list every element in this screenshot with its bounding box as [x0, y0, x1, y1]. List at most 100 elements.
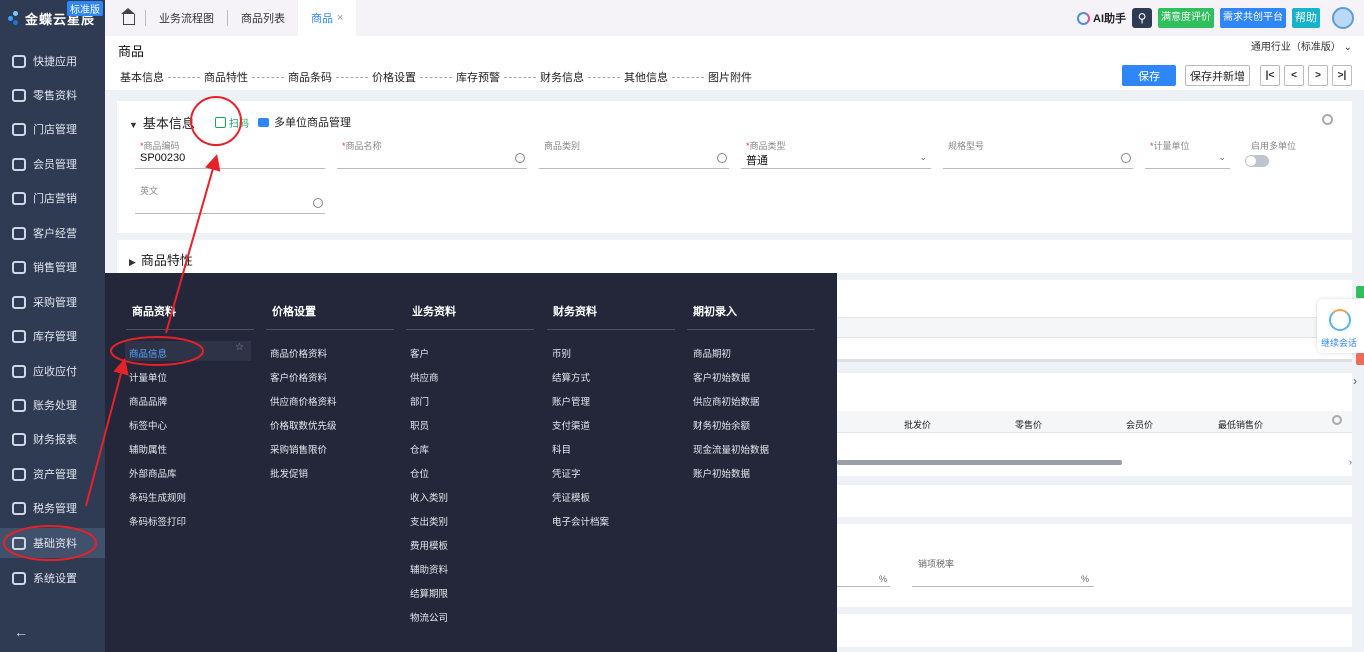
- menu-item[interactable]: 物流公司: [410, 610, 448, 624]
- menu-item[interactable]: 条码标签打印: [129, 514, 186, 528]
- product-category-field[interactable]: 商品类别: [539, 139, 729, 179]
- product-code-field[interactable]: *商品编码 SP00230: [135, 139, 325, 179]
- tab-home[interactable]: [105, 0, 145, 36]
- collapse-sidebar-icon[interactable]: ←: [14, 624, 28, 640]
- avatar[interactable]: [1332, 7, 1354, 29]
- tab-process-flow[interactable]: 业务流程图: [146, 0, 227, 36]
- spec-model-field[interactable]: 规格型号: [943, 139, 1133, 179]
- sidebar-item-7[interactable]: 采购管理: [0, 287, 105, 317]
- multi-unit-button[interactable]: 多单位商品管理: [258, 114, 351, 130]
- tax-field-line[interactable]: [837, 586, 890, 587]
- sidebar-item-13[interactable]: 税务管理: [0, 493, 105, 523]
- sidebar-item-1[interactable]: 零售资料: [0, 80, 105, 110]
- menu-item[interactable]: 结算期限: [410, 586, 448, 600]
- menu-item[interactable]: 支出类别: [410, 514, 448, 528]
- last-record-button[interactable]: >|: [1332, 65, 1352, 86]
- sidebar-item-4[interactable]: 门店营销: [0, 183, 105, 213]
- step-link[interactable]: 价格设置: [372, 69, 416, 85]
- sidebar-item-8[interactable]: 库存管理: [0, 321, 105, 351]
- sidebar-item-15[interactable]: 系统设置: [0, 563, 105, 593]
- features-title[interactable]: ▶ 商品特性: [129, 250, 193, 269]
- menu-item[interactable]: 仓位: [410, 466, 429, 480]
- sidebar-item-6[interactable]: 销售管理: [0, 252, 105, 282]
- tab-product-list[interactable]: 商品列表: [228, 0, 298, 36]
- menu-item[interactable]: 标签中心: [129, 418, 167, 432]
- horizontal-scrollbar[interactable]: [837, 460, 1122, 465]
- menu-item[interactable]: 商品期初: [693, 346, 731, 360]
- menu-item[interactable]: 凭证模板: [552, 490, 590, 504]
- menu-item[interactable]: 币别: [552, 346, 571, 360]
- menu-item[interactable]: 账户初始数据: [693, 466, 750, 480]
- tab-product[interactable]: 商品 ×: [298, 0, 357, 36]
- menu-item[interactable]: 仓库: [410, 442, 429, 456]
- notice-icon[interactable]: [1356, 353, 1364, 365]
- menu-item[interactable]: 计量单位: [129, 370, 167, 384]
- menu-item[interactable]: 科目: [552, 442, 571, 456]
- menu-item[interactable]: 电子会计档案: [552, 514, 609, 528]
- more-icon[interactable]: [313, 198, 323, 208]
- gear-icon[interactable]: [1322, 114, 1333, 125]
- app-logo[interactable]: 金蝶云星辰 标准版: [0, 0, 105, 36]
- scroll-right-icon[interactable]: ›: [1349, 457, 1352, 467]
- next-record-button[interactable]: >: [1308, 65, 1328, 86]
- prev-record-button[interactable]: <: [1284, 65, 1304, 86]
- menu-item[interactable]: 供应商价格资料: [270, 394, 337, 408]
- menu-item[interactable]: 商品价格资料: [270, 346, 327, 360]
- sidebar-item-10[interactable]: 账务处理: [0, 390, 105, 420]
- sidebar-item-14[interactable]: 基础资料: [0, 528, 105, 558]
- menu-item[interactable]: 支付渠道: [552, 418, 590, 432]
- menu-item[interactable]: 职员: [410, 418, 429, 432]
- english-name-field[interactable]: 英文: [135, 184, 325, 224]
- menu-item[interactable]: 批发促销: [270, 466, 308, 480]
- scan-button[interactable]: 扫码: [215, 115, 249, 130]
- step-link[interactable]: 商品条码: [288, 69, 332, 85]
- sidebar-item-0[interactable]: 快捷应用: [0, 46, 105, 76]
- menu-item[interactable]: 结算方式: [552, 370, 590, 384]
- more-icon[interactable]: [717, 153, 727, 163]
- step-link[interactable]: 基本信息: [120, 69, 164, 85]
- menu-item[interactable]: 条码生成规则: [129, 490, 186, 504]
- favorite-star-icon[interactable]: ☆: [235, 342, 244, 353]
- step-link[interactable]: 财务信息: [540, 69, 584, 85]
- sidebar-item-12[interactable]: 资产管理: [0, 459, 105, 489]
- basic-info-title[interactable]: ▼ 基本信息: [129, 113, 195, 132]
- menu-item[interactable]: 收入类别: [410, 490, 448, 504]
- save-button[interactable]: 保存: [1122, 65, 1176, 86]
- search-icon[interactable]: ⚲: [1132, 8, 1152, 28]
- continue-chat-widget[interactable]: 继续会话: [1317, 299, 1364, 353]
- industry-selector[interactable]: 通用行业（标准版） ⌄: [1251, 38, 1352, 53]
- menu-item[interactable]: 采购销售限价: [270, 442, 327, 456]
- demand-platform-button[interactable]: 需求共创平台: [1220, 8, 1286, 28]
- translate-icon[interactable]: [515, 153, 525, 163]
- menu-item[interactable]: 供应商初始数据: [693, 394, 760, 408]
- translate-icon[interactable]: [1121, 153, 1131, 163]
- step-link[interactable]: 库存预警: [456, 69, 500, 85]
- product-name-field[interactable]: *商品名称: [337, 139, 527, 179]
- unit-select[interactable]: *计量单位 ⌄: [1145, 139, 1230, 179]
- menu-item[interactable]: 财务初始余额: [693, 418, 750, 432]
- save-and-new-button[interactable]: 保存并新增: [1185, 65, 1250, 86]
- menu-item[interactable]: 价格取数优先级: [270, 418, 337, 432]
- feedback-icon[interactable]: [1356, 286, 1364, 298]
- menu-item[interactable]: 商品信息: [129, 346, 167, 360]
- menu-item[interactable]: 客户价格资料: [270, 370, 327, 384]
- step-link[interactable]: 商品特性: [204, 69, 248, 85]
- close-icon[interactable]: ×: [337, 12, 343, 24]
- expand-panel-icon[interactable]: ›: [1353, 374, 1357, 388]
- sidebar-item-9[interactable]: 应收应付: [0, 356, 105, 386]
- menu-item[interactable]: 账户管理: [552, 394, 590, 408]
- menu-item[interactable]: 费用模板: [410, 538, 448, 552]
- multi-unit-toggle[interactable]: [1245, 155, 1269, 167]
- menu-item[interactable]: 辅助资料: [410, 562, 448, 576]
- product-type-select[interactable]: *商品类型 普通 ⌄: [741, 139, 931, 179]
- step-link[interactable]: 其他信息: [624, 69, 668, 85]
- menu-item[interactable]: 供应商: [410, 370, 439, 384]
- menu-item[interactable]: 凭证字: [552, 466, 581, 480]
- menu-item[interactable]: 部门: [410, 394, 429, 408]
- gear-icon[interactable]: [1332, 415, 1342, 425]
- first-record-button[interactable]: |<: [1260, 65, 1280, 86]
- sidebar-item-3[interactable]: 会员管理: [0, 149, 105, 179]
- help-button[interactable]: 帮助: [1292, 8, 1320, 28]
- output-tax-field[interactable]: [912, 586, 1094, 587]
- menu-item[interactable]: 商品品牌: [129, 394, 167, 408]
